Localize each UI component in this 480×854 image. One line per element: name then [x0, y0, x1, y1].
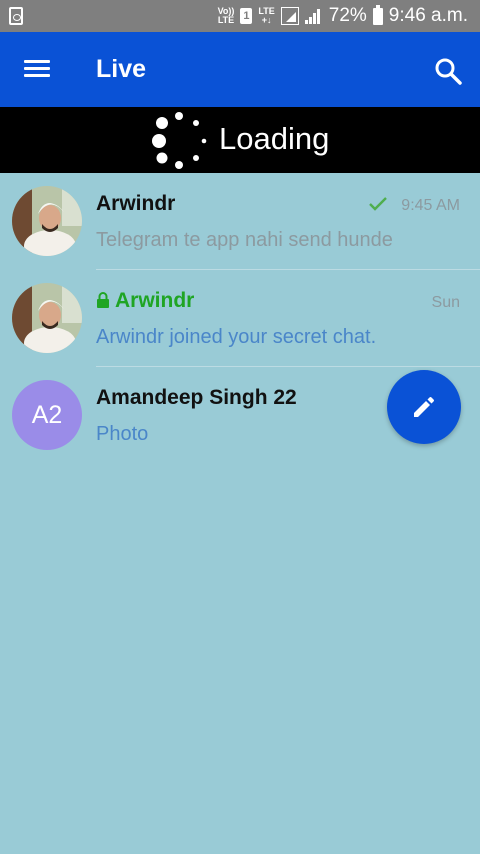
app-title: Live [96, 55, 147, 83]
chat-time: 9:45 AM [401, 197, 460, 214]
profile-photo [12, 186, 82, 256]
status-bar: Vo)) LTE 1 LTE +↓ 72% 9:46 a.m. [0, 0, 480, 32]
avatar [12, 283, 82, 353]
avatar [12, 186, 82, 256]
chat-last-message: Photo [96, 423, 149, 445]
battery-icon [372, 4, 383, 25]
profile-photo [12, 283, 82, 353]
loading-label: Loading [219, 121, 330, 156]
hamburger-menu-icon[interactable] [24, 59, 50, 79]
chat-item-arwindr[interactable]: Arwindr 9:45 AM Telegram te app nahi sen… [0, 173, 480, 270]
network-type-indicator: LTE +↓ [258, 7, 274, 25]
notification-icon [9, 7, 23, 25]
avatar: A2 [12, 380, 82, 450]
chat-name: Amandeep Singh 22 [96, 386, 297, 409]
signal-strength-icon [304, 8, 323, 24]
chat-last-message: Telegram te app nahi send hunde [96, 229, 393, 251]
chat-item-arwindr-secret[interactable]: Arwindr Sun Arwindr joined your secret c… [0, 270, 480, 367]
compose-button[interactable] [387, 370, 461, 444]
lte-label: LTE [217, 15, 235, 25]
chat-name: Arwindr [115, 289, 195, 312]
app-bar: Live [0, 32, 480, 107]
read-check-icon [369, 197, 387, 211]
search-icon[interactable] [433, 56, 463, 86]
battery-percentage: 72% [328, 5, 367, 26]
chat-time: Sun [431, 294, 460, 311]
chat-name: Arwindr [96, 192, 176, 215]
volte-indicator: Vo)) LTE [218, 7, 235, 25]
lock-icon [97, 292, 109, 308]
pencil-icon [414, 397, 434, 417]
status-icons: Vo)) LTE 1 LTE +↓ 72% 9:46 a.m. [218, 0, 468, 32]
loading-spinner-icon [152, 112, 207, 169]
data-activity-label: +↓ [261, 15, 272, 25]
chat-last-message: Arwindr joined your secret chat. [96, 326, 377, 348]
signal-box-icon [280, 7, 299, 25]
clock: 9:46 a.m. [388, 5, 468, 26]
sim-slot-icon: 1 [240, 8, 253, 24]
